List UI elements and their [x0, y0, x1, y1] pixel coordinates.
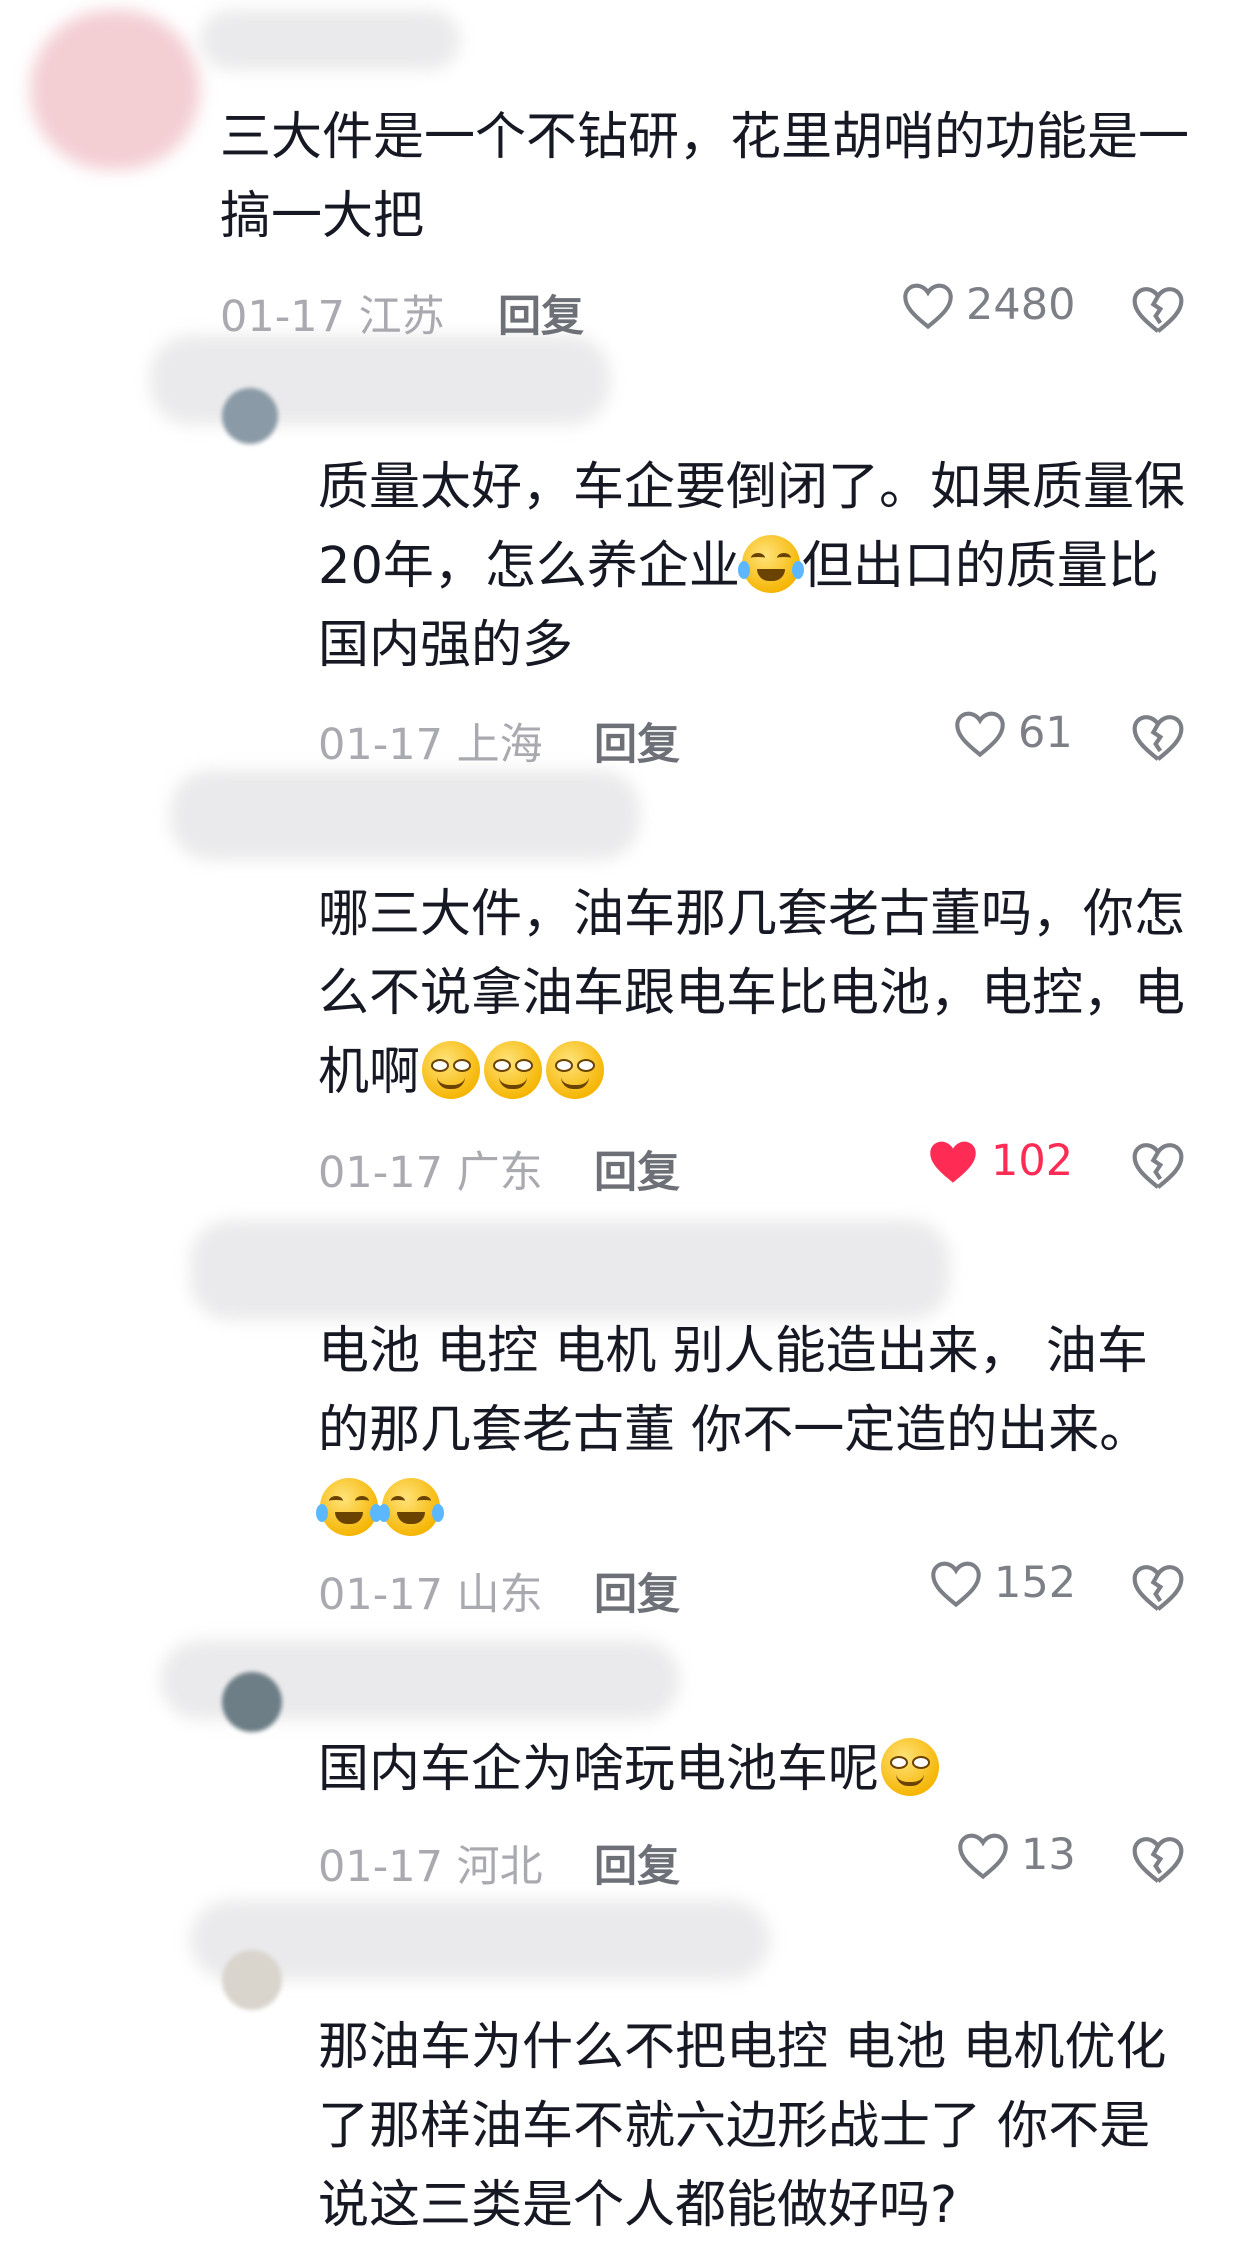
blurred-avatar [30, 10, 200, 170]
comment-text: 国内车企为啥玩电池车呢 [318, 1730, 1198, 1809]
broken-heart-icon[interactable] [1130, 282, 1186, 336]
avatar [222, 388, 278, 444]
broken-heart-icon[interactable] [1130, 710, 1186, 764]
like-count: 102 [991, 1136, 1074, 1186]
broken-heart-icon[interactable] [1130, 1138, 1186, 1192]
comment-date-region: 01-17 上海 [318, 720, 543, 770]
broken-heart-icon[interactable] [1130, 1832, 1186, 1886]
broken-heart-icon[interactable] [1130, 1560, 1186, 1614]
avatar [222, 1672, 282, 1732]
like-button[interactable]: 2480 [900, 280, 1075, 330]
like-button[interactable]: 102 [925, 1136, 1073, 1186]
comment-text-part: 国内车企为啥玩电池车呢 [318, 1740, 880, 1799]
laugh-emoji-icon [737, 535, 804, 593]
heart-outline-icon [958, 1833, 1008, 1880]
reply-button[interactable]: 回复 [594, 1138, 680, 1200]
heart-outline-icon [931, 1561, 981, 1608]
like-button[interactable]: 152 [928, 1558, 1076, 1608]
comment-text: 三大件是一个不钻研，花里胡哨的功能是一搞一大把 [220, 108, 1190, 246]
like-count: 13 [1021, 1830, 1076, 1880]
comment-date-region: 01-17 广东 [318, 1148, 543, 1198]
comment-text: 电池 电控 电机 别人能造出来， 油车的那几套老古董 你不一定造的出来。 [316, 1312, 1198, 1549]
reply-button[interactable]: 回复 [594, 710, 680, 772]
like-count: 2480 [966, 280, 1076, 330]
comment-date-region: 01-17 山东 [318, 1570, 543, 1620]
comment-date-region: 01-17 江苏 [220, 292, 445, 342]
like-count: 61 [1018, 708, 1073, 758]
avatar [222, 1950, 282, 2010]
laugh-emoji-icon [316, 1478, 382, 1536]
like-button[interactable]: 13 [955, 1830, 1076, 1880]
like-button[interactable]: 61 [952, 708, 1073, 758]
smirk-emoji-icon [881, 1738, 940, 1796]
smirk-emoji-icon [546, 1041, 605, 1099]
blurred-username [170, 770, 640, 860]
laugh-emoji-icon [378, 1478, 444, 1536]
heart-outline-icon [903, 283, 953, 330]
blurred-username [190, 1220, 950, 1320]
comment-text: 那油车为什么不把电控 电池 电机优化了那样油车不就六边形战士了 你不是说这三类是… [318, 2018, 1167, 2235]
comment-date-region: 01-17 河北 [318, 1842, 543, 1892]
blurred-username [150, 335, 610, 425]
smirk-emoji-icon [422, 1041, 481, 1099]
like-count: 152 [994, 1558, 1077, 1608]
reply-button[interactable]: 回复 [498, 282, 584, 344]
comment-text: 哪三大件，油车那几套老古董吗，你怎么不说拿油车跟电车比电池，电控，电机啊 [318, 875, 1198, 1112]
reply-button[interactable]: 回复 [594, 1560, 680, 1622]
reply-button[interactable]: 回复 [594, 1832, 680, 1894]
comment-text: 质量太好，车企要倒闭了。如果质量保20年，怎么养企业 但出口的质量比国内强的多 [318, 448, 1198, 685]
smirk-emoji-icon [484, 1041, 543, 1099]
blurred-username [200, 10, 460, 70]
heart-outline-icon [955, 711, 1005, 758]
heart-filled-icon [930, 1141, 976, 1183]
comment-text-part: 电池 电控 电机 别人能造出来， 油车的那几套老古董 你不一定造的出来。 [318, 1322, 1151, 1460]
